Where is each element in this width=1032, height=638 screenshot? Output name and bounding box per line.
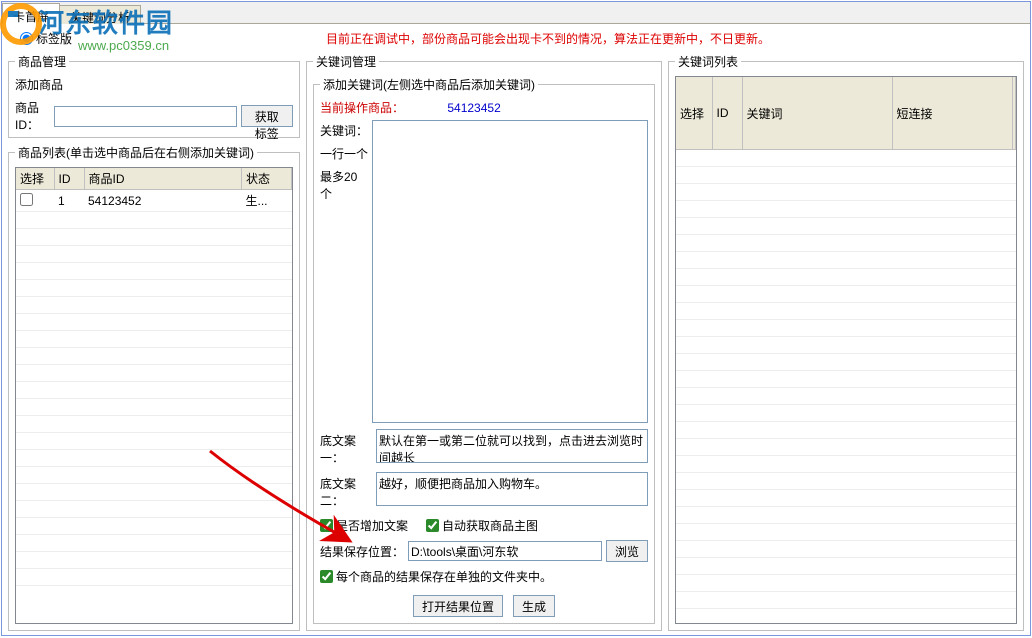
table-row[interactable]: 1 54123452 生... xyxy=(16,190,292,212)
cb-auto-image-input[interactable] xyxy=(426,519,439,532)
cell-pid: 54123452 xyxy=(84,190,242,212)
notice-text: 目前正在调试中，部份商品可能会出现卡不到的情况，算法正在更新中，不日更新。 xyxy=(72,30,1024,47)
radio-label-version-input[interactable] xyxy=(20,32,33,45)
kcol-id[interactable]: ID xyxy=(712,77,742,150)
kcol-select[interactable]: 选择 xyxy=(676,77,712,150)
keyword-list-legend: 关键词列表 xyxy=(675,53,741,70)
cb-add-copy-text: 是否增加文案 xyxy=(336,517,408,534)
add-keyword-group: 添加关键词(左侧选中商品后添加关键词) 当前操作商品： 54123452 关键词… xyxy=(313,76,655,624)
open-result-button[interactable]: 打开结果位置 xyxy=(413,595,503,617)
col-id[interactable]: ID xyxy=(54,168,84,190)
product-id-input[interactable] xyxy=(54,106,237,127)
cb-add-copy[interactable]: 是否增加文案 xyxy=(320,517,408,534)
get-tag-button[interactable]: 获取标签 xyxy=(241,105,294,127)
save-path-label: 结果保存位置： xyxy=(320,543,404,560)
cb-single-folder-input[interactable] xyxy=(320,570,333,583)
row-checkbox[interactable] xyxy=(20,193,33,206)
tab-keyword-analysis[interactable]: 关键词分析 xyxy=(59,5,141,24)
product-list-group: 商品列表(单击选中商品后在右侧添加关键词) 选择 ID 商品ID 状态 xyxy=(8,144,300,631)
copy2-label: 底文案二： xyxy=(320,472,372,509)
keyword-label: 关键词： xyxy=(320,122,368,139)
cb-single-folder[interactable]: 每个商品的结果保存在单独的文件夹中。 xyxy=(320,568,648,585)
radio-label-version-text: 标签版 xyxy=(36,30,72,47)
keyword-textarea[interactable] xyxy=(372,120,648,423)
product-list-legend: 商品列表(单击选中商品后在右侧添加关键词) xyxy=(15,144,257,161)
cb-auto-image[interactable]: 自动获取商品主图 xyxy=(426,517,538,534)
line-hint: 一行一个 xyxy=(320,145,368,162)
keyword-table[interactable]: 选择 ID 关键词 短连接 生成时间 xyxy=(676,77,1016,624)
copy1-label: 底文案一： xyxy=(320,429,372,466)
product-mgmt-legend: 商品管理 xyxy=(15,53,69,70)
add-keyword-legend: 添加关键词(左侧选中商品后添加关键词) xyxy=(320,76,538,93)
max-hint: 最多20个 xyxy=(320,168,368,202)
col-status[interactable]: 状态 xyxy=(242,168,292,190)
cb-auto-image-text: 自动获取商品主图 xyxy=(442,517,538,534)
radio-label-version[interactable]: 标签版 xyxy=(20,30,72,47)
product-mgmt-group: 商品管理 添加商品 商品ID： 获取标签 xyxy=(8,53,300,138)
keyword-mgmt-legend: 关键词管理 xyxy=(313,53,379,70)
tab-home[interactable]: 卡首屏 xyxy=(2,3,60,24)
product-table[interactable]: 选择 ID 商品ID 状态 1 54123452 生... xyxy=(16,168,292,586)
col-product-id[interactable]: 商品ID xyxy=(84,168,242,190)
copy2-textarea[interactable] xyxy=(376,472,648,506)
current-product-value: 54123452 xyxy=(447,101,500,115)
add-product-legend: 添加商品 xyxy=(15,76,293,93)
keyword-list-group: 关键词列表 选择 ID 关键词 短连接 生成时间 xyxy=(668,53,1024,631)
cb-single-folder-text: 每个商品的结果保存在单独的文件夹中。 xyxy=(336,568,552,585)
copy1-textarea[interactable] xyxy=(376,429,648,463)
col-select[interactable]: 选择 xyxy=(16,168,54,190)
save-path-input[interactable] xyxy=(408,541,602,561)
kcol-link[interactable]: 短连接 xyxy=(892,77,1012,150)
kcol-time[interactable]: 生成时间 xyxy=(1012,77,1016,150)
cb-add-copy-input[interactable] xyxy=(320,519,333,532)
current-product-label: 当前操作商品： xyxy=(320,101,404,115)
kcol-keyword[interactable]: 关键词 xyxy=(742,77,892,150)
product-id-label: 商品ID： xyxy=(15,99,50,133)
browse-button[interactable]: 浏览 xyxy=(606,540,648,562)
cell-id: 1 xyxy=(54,190,84,212)
generate-button[interactable]: 生成 xyxy=(513,595,555,617)
cell-status: 生... xyxy=(242,190,292,212)
keyword-mgmt-group: 关键词管理 添加关键词(左侧选中商品后添加关键词) 当前操作商品： 541234… xyxy=(306,53,662,631)
